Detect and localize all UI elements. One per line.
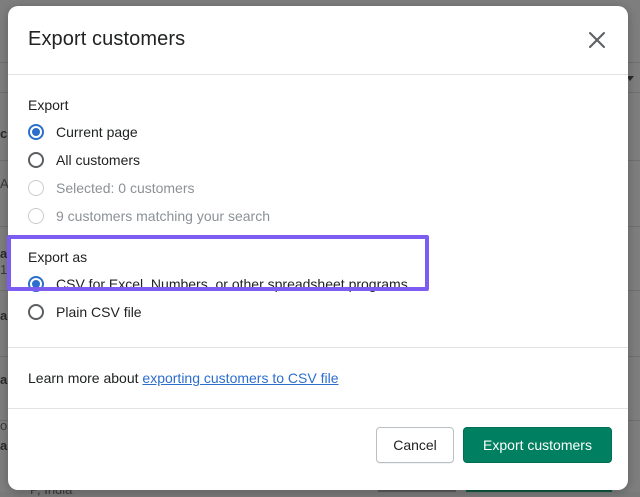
radio-button[interactable] bbox=[28, 276, 44, 292]
close-button[interactable] bbox=[584, 27, 610, 53]
radio-button[interactable] bbox=[28, 304, 44, 320]
option-label: 9 customers matching your search bbox=[56, 208, 270, 224]
learn-more-row: Learn more about exporting customers to … bbox=[8, 348, 628, 409]
background-text: 1 bbox=[0, 262, 8, 277]
learn-more-prefix: Learn more about bbox=[28, 370, 143, 386]
dialog-footer: Cancel Export customers bbox=[8, 409, 628, 490]
export-option-all-customers[interactable]: All customers bbox=[28, 150, 140, 170]
background-text: a bbox=[0, 372, 8, 387]
export-customers-dialog: Export customers Export Current page All… bbox=[8, 6, 628, 490]
dialog-title: Export customers bbox=[28, 28, 186, 50]
close-icon bbox=[589, 32, 605, 48]
dialog-body: Export Current page All customers Select… bbox=[8, 75, 628, 348]
background-text: c bbox=[0, 126, 8, 141]
export-section-label: Export bbox=[28, 97, 69, 113]
learn-more-link[interactable]: exporting customers to CSV file bbox=[142, 370, 338, 386]
dialog-header: Export customers bbox=[8, 6, 628, 75]
export-option-current-page[interactable]: Current page bbox=[28, 122, 138, 142]
option-label: Plain CSV file bbox=[56, 304, 142, 320]
export-option-selected: Selected: 0 customers bbox=[28, 178, 195, 198]
export-option-matching-search: 9 customers matching your search bbox=[28, 206, 270, 226]
export-as-option-plain-csv[interactable]: Plain CSV file bbox=[28, 302, 142, 322]
background-text: a bbox=[0, 438, 8, 453]
background-text: a bbox=[0, 308, 8, 323]
export-as-section-label: Export as bbox=[28, 249, 88, 265]
radio-button bbox=[28, 208, 44, 224]
background-text: a bbox=[0, 246, 8, 261]
radio-button bbox=[28, 180, 44, 196]
export-as-option-csv-excel[interactable]: CSV for Excel, Numbers, or other spreads… bbox=[28, 274, 408, 294]
learn-more-text: Learn more about exporting customers to … bbox=[28, 370, 339, 386]
option-label: Selected: 0 customers bbox=[56, 180, 195, 196]
option-label: All customers bbox=[56, 152, 141, 168]
option-label: Current page bbox=[56, 124, 138, 140]
export-customers-button[interactable]: Export customers bbox=[463, 427, 612, 463]
cancel-button[interactable]: Cancel bbox=[376, 427, 454, 463]
radio-button[interactable] bbox=[28, 152, 44, 168]
radio-button[interactable] bbox=[28, 124, 44, 140]
option-label: CSV for Excel, Numbers, or other spreads… bbox=[56, 276, 408, 292]
